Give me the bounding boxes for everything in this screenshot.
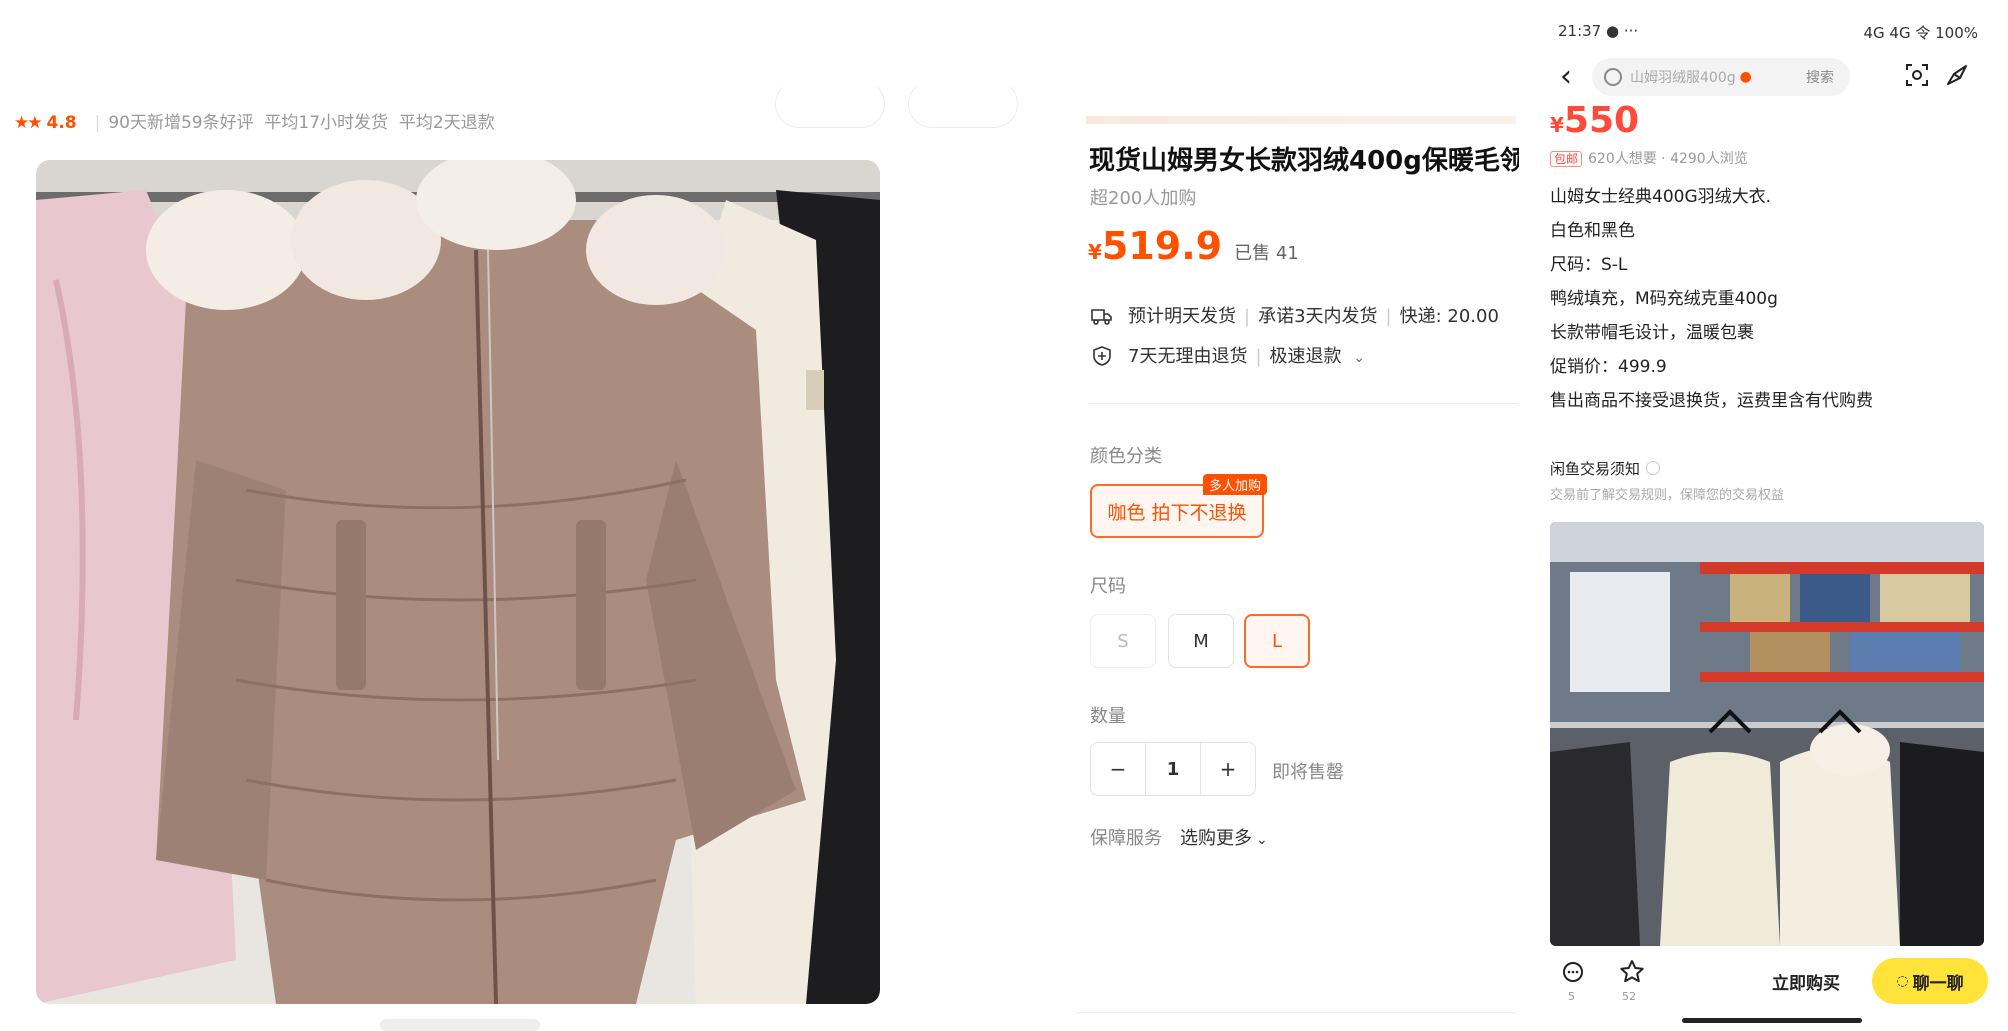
size-option-l[interactable]: L bbox=[1244, 614, 1310, 668]
quantity-increase-button[interactable]: + bbox=[1201, 743, 1255, 795]
color-label: 颜色分类 bbox=[1090, 446, 1162, 467]
quantity-label: 数量 bbox=[1090, 706, 1126, 727]
ship-promise: 承诺3天内发货 bbox=[1258, 306, 1378, 327]
size-label: 尺码 bbox=[1090, 576, 1126, 597]
status-time: 21:37 ● ··· bbox=[1558, 22, 1639, 40]
status-indicators: 4G 4G 令 100% bbox=[1863, 24, 1978, 42]
refund-speed: 极速退款 bbox=[1269, 346, 1342, 367]
sold-count: 已售 41 bbox=[1234, 243, 1299, 264]
returns-row[interactable]: 7天无理由退货 | 极速退款 ⌄ bbox=[1090, 342, 1365, 368]
chevron-down-icon: ⌄ bbox=[1353, 350, 1365, 366]
comment-count: 5 bbox=[1568, 990, 1575, 1003]
return-shield-icon bbox=[1090, 344, 1114, 368]
free-shipping-tag: 包邮 bbox=[1550, 151, 1583, 167]
section-divider bbox=[1088, 403, 1518, 404]
truck-icon bbox=[1090, 304, 1114, 328]
trade-notice-title[interactable]: 闲鱼交易须知 bbox=[1550, 458, 1661, 479]
ship-estimate: 预计明天发货 bbox=[1128, 306, 1236, 327]
stock-note: 即将售罄 bbox=[1272, 762, 1344, 783]
listing-stats: 620人想要 · 4290人浏览 bbox=[1588, 151, 1748, 167]
shipping-row[interactable]: 预计明天发货 | 承诺3天内发货 | 快递: 20.00 bbox=[1090, 302, 1499, 328]
listing-photo[interactable] bbox=[1550, 522, 1984, 946]
listing-price: ¥550 bbox=[1550, 100, 1639, 141]
return-policy: 7天无理由退货 bbox=[1128, 346, 1248, 367]
chat-icon[interactable] bbox=[1560, 960, 1586, 990]
desc-line: 促销价：499.9 bbox=[1550, 357, 1667, 377]
phone-screen: 21:37 ● ··· 4G 4G 令 100% ‹ 山姆羽绒服400g ● 搜索… bbox=[1532, 0, 2008, 1026]
favorite-count: 52 bbox=[1622, 990, 1636, 1003]
share-icon[interactable] bbox=[1944, 62, 1970, 92]
size-option-m[interactable]: M bbox=[1168, 614, 1234, 668]
stat-refund-time: 平均2天退款 bbox=[398, 113, 495, 133]
guarantee-label: 保障服务 bbox=[1090, 828, 1162, 849]
scroll-hint bbox=[380, 1019, 540, 1031]
stat-good-reviews: 90天新增59条好评 bbox=[108, 113, 254, 133]
shop-action-button-2[interactable] bbox=[908, 80, 1018, 128]
price-row: ¥519.9 已售 41 bbox=[1088, 224, 1299, 268]
desc-line: 白色和黑色 bbox=[1550, 221, 1635, 241]
quantity-stepper[interactable]: − 1 + bbox=[1090, 742, 1256, 796]
info-icon bbox=[1646, 461, 1661, 475]
chat-bubble-icon: ◌ bbox=[1896, 973, 1909, 989]
quantity-value[interactable]: 1 bbox=[1145, 743, 1201, 795]
search-icon bbox=[1604, 68, 1622, 86]
currency-symbol: ¥ bbox=[1088, 240, 1102, 264]
currency-symbol: ¥ bbox=[1550, 113, 1564, 137]
flame-icon: ● bbox=[1739, 69, 1752, 85]
buy-now-button[interactable]: 立即购买 bbox=[1750, 958, 1862, 1004]
bottom-divider bbox=[1076, 1012, 1516, 1013]
desc-line: 鸭绒填充，M码充绒克重400g bbox=[1550, 289, 1778, 309]
product-price: 519.9 bbox=[1101, 224, 1223, 268]
shipping-fee: 快递: 20.00 bbox=[1399, 306, 1499, 327]
listing-price-value: 550 bbox=[1563, 100, 1640, 141]
add-to-cart-count: 超200人加购 bbox=[1090, 188, 1197, 209]
top-accent-bar bbox=[1086, 116, 1516, 124]
shop-stats-line: ★★ 4.8 | 90天新增59条好评 平均17小时发货 平均2天退款 bbox=[14, 113, 495, 133]
trade-notice-subtitle: 交易前了解交易规则，保障您的交易权益 bbox=[1550, 488, 1785, 503]
desc-line: 山姆女士经典400G羽绒大衣. bbox=[1550, 187, 1772, 207]
desc-line: 尺码：S-L bbox=[1550, 255, 1628, 275]
chat-seller-button[interactable]: ◌ 聊一聊 bbox=[1872, 958, 1988, 1004]
scan-icon[interactable] bbox=[1904, 62, 1930, 92]
desc-line: 长款带帽毛设计，温暖包裹 bbox=[1550, 323, 1754, 343]
size-option-s[interactable]: S bbox=[1090, 614, 1156, 668]
home-indicator bbox=[1682, 1018, 1862, 1023]
product-main-image[interactable] bbox=[36, 160, 880, 1004]
back-icon[interactable]: ‹ bbox=[1560, 62, 1572, 92]
chevron-down-icon: ⌄ bbox=[1256, 832, 1268, 848]
desc-line: 售出商品不接受退换货，运费里含有代购费 bbox=[1550, 391, 1873, 411]
search-button[interactable]: 搜索 bbox=[1806, 67, 1834, 87]
quantity-decrease-button[interactable]: − bbox=[1091, 743, 1145, 795]
listing-meta: 包邮 620人想要 · 4290人浏览 bbox=[1550, 148, 1748, 168]
search-input[interactable]: 山姆羽绒服400g ● 搜索 bbox=[1592, 58, 1850, 96]
status-bar: 21:37 ● ··· 4G 4G 令 100% bbox=[1558, 22, 1978, 43]
search-query: 山姆羽绒服400g bbox=[1630, 70, 1736, 86]
guarantee-more-link[interactable]: 选购更多 bbox=[1180, 828, 1252, 849]
shop-action-button[interactable] bbox=[775, 80, 885, 128]
product-title: 现货山姆男女长款羽绒400g保暖毛领 bbox=[1089, 146, 1519, 176]
guarantee-row[interactable]: 保障服务 选购更多 ⌄ bbox=[1090, 824, 1268, 850]
shop-rating: 4.8 bbox=[46, 113, 77, 133]
stat-ship-time: 平均17小时发货 bbox=[264, 113, 389, 133]
rating-stars-icon: ★★ bbox=[14, 113, 43, 133]
star-icon[interactable] bbox=[1618, 958, 1646, 990]
popular-badge: 多人加购 bbox=[1203, 474, 1268, 495]
